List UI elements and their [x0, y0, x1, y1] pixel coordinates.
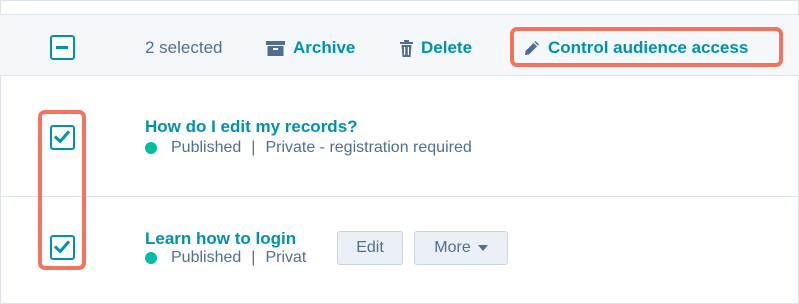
table-row: Learn how to login Published | Private E… — [0, 197, 799, 304]
separator: | — [251, 139, 256, 156]
row-meta: Published | Private — [145, 249, 307, 267]
delete-button[interactable]: Delete — [400, 37, 472, 59]
caret-down-icon — [477, 245, 488, 251]
edit-label: Edit — [356, 239, 384, 256]
row-meta: Published | Private - registration requi… — [145, 139, 495, 157]
archive-icon — [266, 40, 285, 56]
selected-count: 2 selected — [145, 38, 223, 57]
highlight-box-row-checkboxes — [38, 110, 86, 270]
status-text: Published — [171, 139, 242, 156]
trash-icon — [400, 39, 413, 57]
more-label: More — [434, 239, 471, 256]
highlight-box-control-access — [510, 27, 783, 67]
access-text: Private — [265, 249, 307, 266]
table-row: How do I edit my records? Published | Pr… — [0, 77, 799, 197]
separator: | — [251, 249, 256, 266]
access-text: Private - registration required — [265, 139, 472, 156]
indeterminate-icon — [56, 46, 68, 49]
row-title-link[interactable]: How do I edit my records? — [145, 117, 358, 137]
row-title-link[interactable]: Learn how to login — [145, 229, 296, 249]
status-text: Published — [171, 249, 242, 266]
select-all-checkbox[interactable] — [50, 35, 75, 60]
edit-button[interactable]: Edit — [337, 231, 403, 265]
more-dropdown-button[interactable]: More — [414, 231, 508, 265]
archive-label: Archive — [293, 38, 356, 57]
archive-button[interactable]: Archive — [266, 37, 355, 59]
status-dot-icon — [145, 142, 157, 154]
status-dot-icon — [145, 252, 157, 264]
delete-label: Delete — [421, 38, 473, 57]
